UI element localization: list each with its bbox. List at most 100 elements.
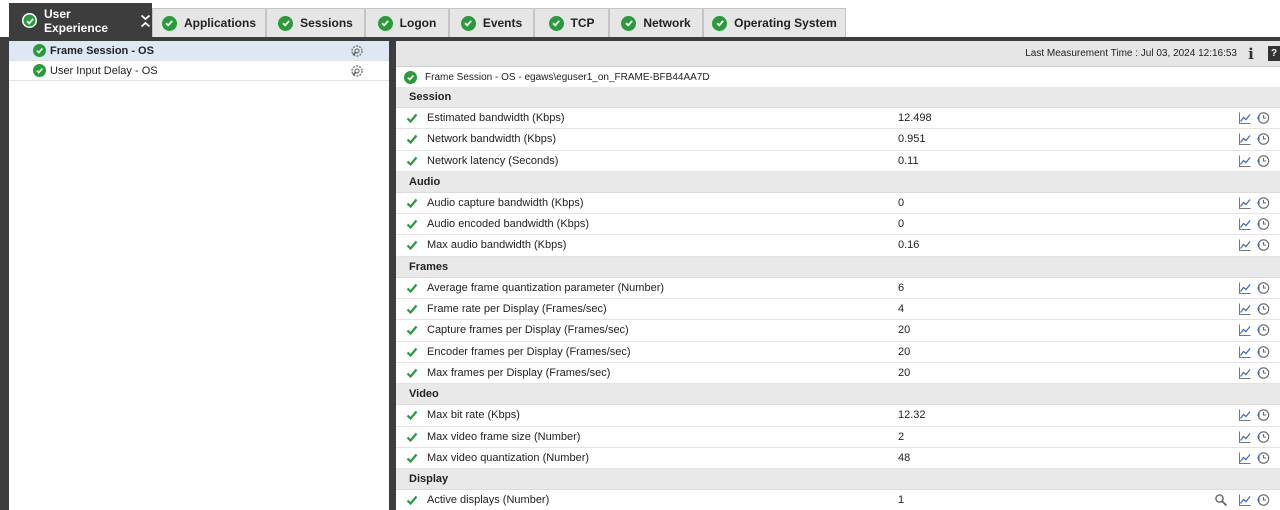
graph-icon[interactable] [1238,111,1252,125]
table-row: Network bandwidth (Kbps) 0.951 [396,129,1280,151]
history-icon[interactable] [1256,451,1270,465]
measure-name: Capture frames per Display (Frames/sec) [427,324,629,337]
graph-icon[interactable] [1238,238,1252,252]
measure-name: Encoder frames per Display (Frames/sec) [427,345,631,358]
history-icon[interactable] [1256,281,1270,295]
table-row: Estimated bandwidth (Kbps) 12.498 [396,108,1280,130]
measure-name: Audio encoded bandwidth (Kbps) [427,218,590,231]
ok-check-icon [406,432,418,442]
group-header: Session [396,87,1280,108]
test-title-text: Frame Session - OS - egaws\eguser1_on_FR… [425,71,710,83]
table-row: Capture frames per Display (Frames/sec) 2… [396,320,1280,342]
history-icon[interactable] [1256,493,1270,507]
test-item-frame-session[interactable]: Frame Session - OS [9,41,389,61]
history-icon[interactable] [1256,323,1270,337]
ok-check-icon [406,241,418,251]
measure-value: 20 [898,324,911,337]
help-icon[interactable]: ? [1268,46,1280,61]
search-icon[interactable] [1214,493,1228,507]
check-circle-icon [33,64,46,77]
history-icon[interactable] [1256,111,1270,125]
table-row: Audio encoded bandwidth (Kbps) 0 [396,214,1280,236]
history-icon[interactable] [1256,302,1270,316]
table-row: Audio capture bandwidth (Kbps) 0 [396,193,1280,215]
history-icon[interactable] [1256,132,1270,146]
test-item-label: Frame Session - OS [50,44,154,57]
ok-check-icon [406,113,418,124]
tab-label: Sessions [300,16,353,30]
ok-check-icon [406,411,418,421]
history-icon[interactable] [1256,430,1270,444]
group-header: Audio [396,171,1280,193]
ok-check-icon [406,326,418,336]
test-list-panel: Frame Session - OS User Input Delay - OS [9,41,389,510]
table-row: Frame rate per Display (Frames/sec) 4 [396,299,1280,321]
measure-name: Max bit rate (Kbps) [427,409,520,422]
tab-events[interactable]: Events [449,8,534,37]
history-icon[interactable] [1256,366,1270,380]
history-icon[interactable] [1256,196,1270,210]
graph-icon[interactable] [1238,493,1252,507]
graph-icon[interactable] [1238,323,1252,337]
test-item-user-input-delay[interactable]: User Input Delay - OS [9,61,389,81]
tab-network[interactable]: Network [609,8,703,37]
group-header: Display [396,469,1280,491]
info-icon[interactable]: i [1243,44,1259,64]
history-icon[interactable] [1256,154,1270,168]
history-icon[interactable] [1256,238,1270,252]
measurement-header-bar: Last Measurement Time : Jul 03, 2024 12:… [396,41,1280,67]
group-header: Frames [396,256,1280,278]
graph-icon[interactable] [1238,451,1252,465]
graph-icon[interactable] [1238,430,1252,444]
tab-operating-system[interactable]: Operating System [703,8,846,37]
graph-icon[interactable] [1238,302,1252,316]
tab-logon[interactable]: Logon [365,8,449,37]
ok-check-icon [406,156,418,166]
table-row: Max audio bandwidth (Kbps) 0.16 [396,235,1280,257]
measure-name: Max video quantization (Number) [427,451,590,464]
table-row: Max video quantization (Number) 48 [396,448,1280,470]
graph-icon[interactable] [1238,366,1252,380]
measure-value: 1 [898,494,905,507]
history-icon[interactable] [1256,217,1270,231]
measure-name: Max frames per Display (Frames/sec) [427,366,611,379]
measure-value: 0.951 [898,133,926,146]
measure-value: 2 [898,430,905,443]
table-row: Encoder frames per Display (Frames/sec) 2… [396,342,1280,363]
check-circle-icon [712,15,728,31]
graph-icon[interactable] [1238,217,1252,231]
table-row: Network latency (Seconds) 0.11 [396,151,1280,172]
tab-label: Logon [399,16,437,30]
history-icon[interactable] [1256,408,1270,422]
settings-wrench-icon[interactable] [350,64,364,78]
measure-name: Estimated bandwidth (Kbps) [427,112,565,124]
tab-applications[interactable]: Applications [152,8,266,37]
graph-icon[interactable] [1238,132,1252,146]
ok-check-icon [406,283,418,293]
graph-icon[interactable] [1238,345,1252,359]
table-row: Active displays (Number) 1 [396,490,1280,510]
graph-icon[interactable] [1238,281,1252,295]
check-circle-icon [548,15,564,31]
settings-wrench-icon[interactable] [350,44,364,58]
collapse-chevrons-icon[interactable] [140,14,151,28]
tab-user-experience[interactable]: User Experience [9,3,152,37]
measure-value: 0 [898,196,905,209]
measure-value: 20 [898,366,911,379]
check-circle-icon [161,15,177,31]
history-icon[interactable] [1256,345,1270,359]
measure-name: Network bandwidth (Kbps) [427,133,557,146]
ok-check-icon [406,368,418,379]
measure-name: Network latency (Seconds) [427,154,559,167]
tab-label: Network [643,16,691,30]
graph-icon[interactable] [1238,154,1252,168]
table-row: Average frame quantization parameter (Nu… [396,278,1280,300]
graph-icon[interactable] [1238,196,1252,210]
measure-name: Max audio bandwidth (Kbps) [427,239,567,252]
graph-icon[interactable] [1238,408,1252,422]
tab-bar: User Experience Applications Sessions Lo… [0,0,1280,37]
last-measurement-time: Last Measurement Time : Jul 03, 2024 12:… [1025,48,1237,59]
tab-tcp[interactable]: TCP [534,8,609,37]
measure-name: Frame rate per Display (Frames/sec) [427,303,607,316]
tab-sessions[interactable]: Sessions [266,8,365,37]
